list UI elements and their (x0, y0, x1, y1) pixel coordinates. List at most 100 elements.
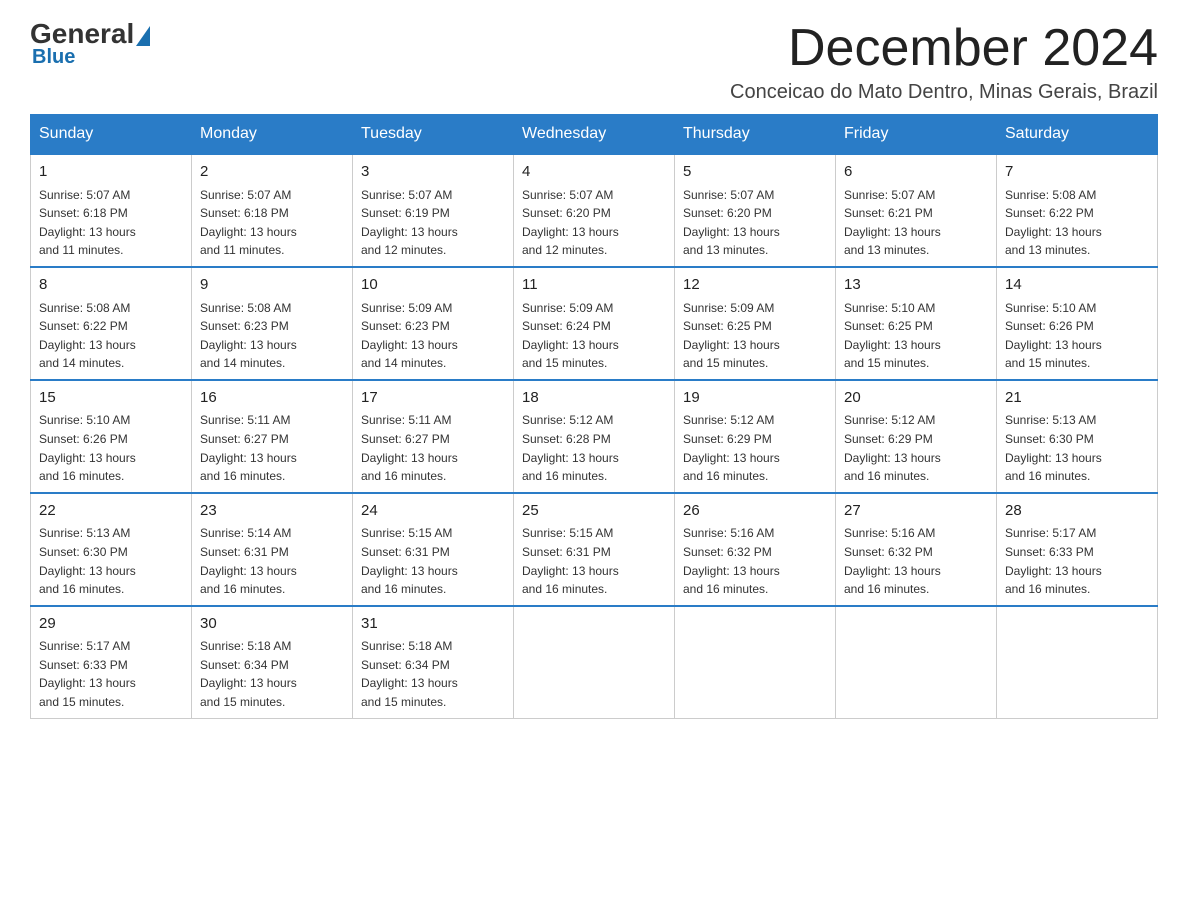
day-number: 8 (39, 274, 183, 297)
day-number: 31 (361, 613, 505, 636)
calendar-cell (836, 606, 997, 718)
calendar-cell: 8Sunrise: 5:08 AMSunset: 6:22 PMDaylight… (31, 267, 192, 380)
day-number: 25 (522, 500, 666, 523)
day-number: 17 (361, 387, 505, 410)
title-area: December 2024 Conceicao do Mato Dentro, … (730, 20, 1158, 104)
calendar-cell: 14Sunrise: 5:10 AMSunset: 6:26 PMDayligh… (997, 267, 1158, 380)
week-row-4: 22Sunrise: 5:13 AMSunset: 6:30 PMDayligh… (31, 493, 1158, 606)
week-row-3: 15Sunrise: 5:10 AMSunset: 6:26 PMDayligh… (31, 380, 1158, 493)
day-info: Sunrise: 5:15 AMSunset: 6:31 PMDaylight:… (522, 524, 666, 598)
logo-general-text: General (30, 20, 134, 48)
calendar-cell: 23Sunrise: 5:14 AMSunset: 6:31 PMDayligh… (192, 493, 353, 606)
day-info: Sunrise: 5:08 AMSunset: 6:22 PMDaylight:… (1005, 186, 1149, 260)
calendar-cell: 15Sunrise: 5:10 AMSunset: 6:26 PMDayligh… (31, 380, 192, 493)
calendar-cell: 22Sunrise: 5:13 AMSunset: 6:30 PMDayligh… (31, 493, 192, 606)
calendar-cell: 4Sunrise: 5:07 AMSunset: 6:20 PMDaylight… (514, 154, 675, 267)
calendar-cell: 28Sunrise: 5:17 AMSunset: 6:33 PMDayligh… (997, 493, 1158, 606)
day-number: 1 (39, 161, 183, 184)
day-info: Sunrise: 5:12 AMSunset: 6:29 PMDaylight:… (844, 411, 988, 485)
calendar-cell: 25Sunrise: 5:15 AMSunset: 6:31 PMDayligh… (514, 493, 675, 606)
logo-triangle-icon (136, 26, 150, 46)
header-friday: Friday (836, 115, 997, 155)
calendar-cell: 2Sunrise: 5:07 AMSunset: 6:18 PMDaylight… (192, 154, 353, 267)
day-info: Sunrise: 5:12 AMSunset: 6:29 PMDaylight:… (683, 411, 827, 485)
calendar-cell: 12Sunrise: 5:09 AMSunset: 6:25 PMDayligh… (675, 267, 836, 380)
calendar-cell: 5Sunrise: 5:07 AMSunset: 6:20 PMDaylight… (675, 154, 836, 267)
day-number: 30 (200, 613, 344, 636)
day-number: 2 (200, 161, 344, 184)
day-number: 4 (522, 161, 666, 184)
day-info: Sunrise: 5:09 AMSunset: 6:25 PMDaylight:… (683, 299, 827, 373)
day-info: Sunrise: 5:18 AMSunset: 6:34 PMDaylight:… (361, 637, 505, 711)
day-number: 28 (1005, 500, 1149, 523)
calendar-cell: 9Sunrise: 5:08 AMSunset: 6:23 PMDaylight… (192, 267, 353, 380)
calendar-cell (514, 606, 675, 718)
day-number: 26 (683, 500, 827, 523)
calendar-cell: 26Sunrise: 5:16 AMSunset: 6:32 PMDayligh… (675, 493, 836, 606)
calendar-cell: 16Sunrise: 5:11 AMSunset: 6:27 PMDayligh… (192, 380, 353, 493)
calendar-table: SundayMondayTuesdayWednesdayThursdayFrid… (30, 114, 1158, 718)
day-info: Sunrise: 5:10 AMSunset: 6:25 PMDaylight:… (844, 299, 988, 373)
day-number: 10 (361, 274, 505, 297)
location-title: Conceicao do Mato Dentro, Minas Gerais, … (730, 81, 1158, 104)
day-info: Sunrise: 5:14 AMSunset: 6:31 PMDaylight:… (200, 524, 344, 598)
header-thursday: Thursday (675, 115, 836, 155)
day-info: Sunrise: 5:17 AMSunset: 6:33 PMDaylight:… (1005, 524, 1149, 598)
day-info: Sunrise: 5:07 AMSunset: 6:21 PMDaylight:… (844, 186, 988, 260)
day-info: Sunrise: 5:16 AMSunset: 6:32 PMDaylight:… (683, 524, 827, 598)
header-wednesday: Wednesday (514, 115, 675, 155)
day-info: Sunrise: 5:07 AMSunset: 6:18 PMDaylight:… (39, 186, 183, 260)
day-number: 7 (1005, 161, 1149, 184)
day-info: Sunrise: 5:07 AMSunset: 6:19 PMDaylight:… (361, 186, 505, 260)
day-number: 3 (361, 161, 505, 184)
day-number: 23 (200, 500, 344, 523)
logo-blue-text: Blue (32, 46, 75, 69)
calendar-cell: 6Sunrise: 5:07 AMSunset: 6:21 PMDaylight… (836, 154, 997, 267)
calendar-cell: 24Sunrise: 5:15 AMSunset: 6:31 PMDayligh… (353, 493, 514, 606)
day-number: 19 (683, 387, 827, 410)
day-info: Sunrise: 5:11 AMSunset: 6:27 PMDaylight:… (361, 411, 505, 485)
day-number: 6 (844, 161, 988, 184)
day-info: Sunrise: 5:16 AMSunset: 6:32 PMDaylight:… (844, 524, 988, 598)
day-info: Sunrise: 5:13 AMSunset: 6:30 PMDaylight:… (1005, 411, 1149, 485)
header-saturday: Saturday (997, 115, 1158, 155)
calendar-cell: 27Sunrise: 5:16 AMSunset: 6:32 PMDayligh… (836, 493, 997, 606)
day-info: Sunrise: 5:08 AMSunset: 6:23 PMDaylight:… (200, 299, 344, 373)
day-info: Sunrise: 5:11 AMSunset: 6:27 PMDaylight:… (200, 411, 344, 485)
day-info: Sunrise: 5:10 AMSunset: 6:26 PMDaylight:… (1005, 299, 1149, 373)
calendar-cell: 11Sunrise: 5:09 AMSunset: 6:24 PMDayligh… (514, 267, 675, 380)
day-info: Sunrise: 5:10 AMSunset: 6:26 PMDaylight:… (39, 411, 183, 485)
day-info: Sunrise: 5:15 AMSunset: 6:31 PMDaylight:… (361, 524, 505, 598)
calendar-cell: 10Sunrise: 5:09 AMSunset: 6:23 PMDayligh… (353, 267, 514, 380)
header-sunday: Sunday (31, 115, 192, 155)
calendar-cell: 29Sunrise: 5:17 AMSunset: 6:33 PMDayligh… (31, 606, 192, 718)
day-info: Sunrise: 5:17 AMSunset: 6:33 PMDaylight:… (39, 637, 183, 711)
calendar-cell: 3Sunrise: 5:07 AMSunset: 6:19 PMDaylight… (353, 154, 514, 267)
day-number: 29 (39, 613, 183, 636)
page-header: General Blue December 2024 Conceicao do … (30, 20, 1158, 104)
day-number: 24 (361, 500, 505, 523)
day-info: Sunrise: 5:18 AMSunset: 6:34 PMDaylight:… (200, 637, 344, 711)
calendar-cell: 31Sunrise: 5:18 AMSunset: 6:34 PMDayligh… (353, 606, 514, 718)
day-number: 22 (39, 500, 183, 523)
calendar-cell: 21Sunrise: 5:13 AMSunset: 6:30 PMDayligh… (997, 380, 1158, 493)
logo: General Blue (30, 20, 150, 69)
day-number: 14 (1005, 274, 1149, 297)
calendar-cell (675, 606, 836, 718)
calendar-cell: 30Sunrise: 5:18 AMSunset: 6:34 PMDayligh… (192, 606, 353, 718)
day-number: 27 (844, 500, 988, 523)
day-number: 15 (39, 387, 183, 410)
calendar-cell: 13Sunrise: 5:10 AMSunset: 6:25 PMDayligh… (836, 267, 997, 380)
day-info: Sunrise: 5:08 AMSunset: 6:22 PMDaylight:… (39, 299, 183, 373)
day-number: 18 (522, 387, 666, 410)
calendar-cell (997, 606, 1158, 718)
day-info: Sunrise: 5:07 AMSunset: 6:20 PMDaylight:… (683, 186, 827, 260)
calendar-cell: 17Sunrise: 5:11 AMSunset: 6:27 PMDayligh… (353, 380, 514, 493)
calendar-cell: 19Sunrise: 5:12 AMSunset: 6:29 PMDayligh… (675, 380, 836, 493)
day-number: 12 (683, 274, 827, 297)
day-number: 20 (844, 387, 988, 410)
day-number: 16 (200, 387, 344, 410)
header-tuesday: Tuesday (353, 115, 514, 155)
day-info: Sunrise: 5:07 AMSunset: 6:18 PMDaylight:… (200, 186, 344, 260)
header-monday: Monday (192, 115, 353, 155)
